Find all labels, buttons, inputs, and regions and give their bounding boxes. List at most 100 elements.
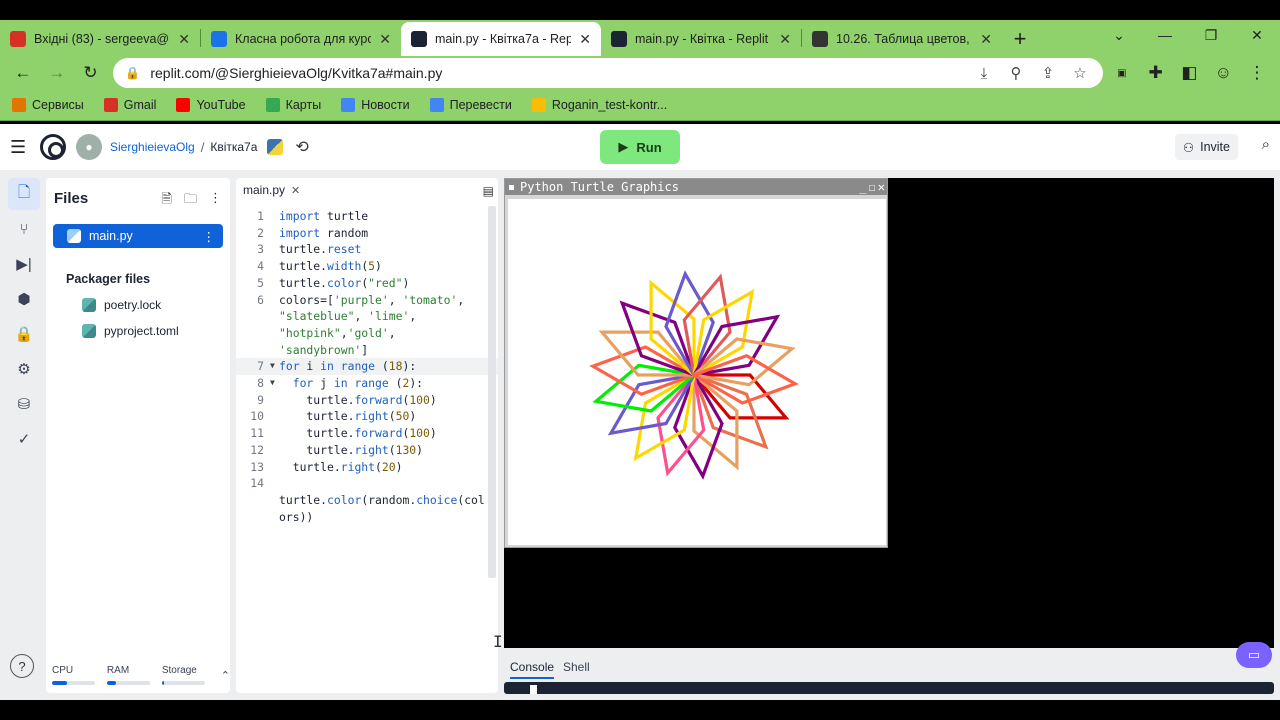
new-tab-icon[interactable]: +	[1002, 22, 1038, 56]
code-line[interactable]: 7 ▼ for i in range (18):	[236, 358, 498, 376]
code-line[interactable]: 5 turtle.color("red")	[236, 275, 498, 292]
invite-button[interactable]: ⚇ Invite	[1174, 134, 1238, 160]
close-icon[interactable]: ✕	[878, 180, 885, 194]
close-tab-icon[interactable]: ✕	[579, 31, 591, 48]
close-window-icon[interactable]: ✕	[1234, 20, 1280, 50]
hamburger-menu-icon[interactable]: ☰	[10, 137, 30, 158]
restore-icon[interactable]: ❐	[1188, 20, 1234, 50]
window-menu-icon[interactable]	[509, 184, 514, 190]
more-options-icon[interactable]: ⋮	[209, 190, 222, 212]
back-icon[interactable]: ←	[8, 58, 38, 88]
install-app-icon[interactable]: ⤓	[973, 65, 995, 82]
close-tab-icon[interactable]: ✕	[291, 184, 300, 197]
code-line[interactable]: "hotpink",'gold',	[236, 325, 498, 342]
code-line[interactable]: 4 turtle.width(5)	[236, 258, 498, 275]
lock-icon[interactable]: 🔒	[125, 66, 140, 80]
menu-icon[interactable]: ⋮	[1242, 58, 1272, 88]
bookmark-item[interactable]: Roganin_test-kontr...	[531, 98, 667, 112]
close-tab-icon[interactable]: ✕	[379, 31, 391, 48]
file-item-pyproject-toml[interactable]: pyproject.toml	[82, 324, 179, 338]
code-line[interactable]: 6 colors=['purple', 'tomato',	[236, 292, 498, 309]
bookmark-item[interactable]: Карты	[265, 98, 321, 112]
close-tab-icon[interactable]: ✕	[980, 31, 992, 48]
editor-menu-icon[interactable]: ▤	[483, 184, 494, 198]
side-panel-icon[interactable]: ◧	[1175, 58, 1205, 88]
resource-usage[interactable]: CPU RAM Storage ⌃	[52, 665, 230, 685]
url-text[interactable]: replit.com/@SierghieievaOlg/Kvitka7a#mai…	[150, 65, 963, 81]
console-output[interactable]	[504, 682, 1274, 694]
code-line[interactable]: 8 ▼ for j in range (2):	[236, 375, 498, 392]
debugger-icon[interactable]: ▶|	[8, 248, 40, 280]
run-button[interactable]: ▶ Run	[600, 130, 680, 164]
browser-tab[interactable]: Вхідні (83) - sergeeva@kr ✕	[0, 22, 200, 56]
code-line[interactable]: 2 import random	[236, 225, 498, 242]
zoom-icon[interactable]: ⚲	[1005, 64, 1027, 82]
bookmark-star-icon[interactable]: ☆	[1069, 64, 1091, 82]
code-lines[interactable]: 1 import turtle 2 import random 3 turtle.rese…	[236, 208, 498, 525]
help-icon[interactable]: ?	[10, 654, 34, 678]
code-line[interactable]: "slateblue", 'lime',	[236, 308, 498, 325]
chat-icon[interactable]: ▭	[1236, 642, 1272, 668]
secrets-lock-icon[interactable]: 🔒	[8, 318, 40, 350]
code-line[interactable]: 13 turtle.right(20)	[236, 459, 498, 476]
user-avatar[interactable]: ●	[76, 134, 102, 160]
profile-avatar[interactable]: ☺	[1208, 58, 1238, 88]
packages-icon[interactable]: ⬢	[8, 283, 40, 315]
username-link[interactable]: SierghieievaOlg	[110, 140, 195, 154]
code-line[interactable]: 11 turtle.forward(100)	[236, 425, 498, 442]
code-line[interactable]: 9 turtle.forward(100)	[236, 392, 498, 409]
bookmark-item[interactable]: Новости	[341, 98, 410, 112]
editor-scrollbar[interactable]	[488, 206, 496, 578]
minimize-icon[interactable]: —	[1142, 20, 1188, 50]
browser-tab[interactable]: Класна робота для курсу ✕	[201, 22, 401, 56]
chevron-up-icon[interactable]: ⌃	[221, 669, 230, 682]
share-icon[interactable]: ⇪	[1037, 64, 1059, 82]
tab-search-icon[interactable]: ⌄	[1096, 20, 1142, 50]
fold-arrow-icon[interactable]: ▼	[270, 375, 279, 392]
turtle-graphics-window[interactable]: Python Turtle Graphics _ ☐ ✕	[504, 178, 888, 548]
code-line[interactable]: 'sandybrown']	[236, 342, 498, 359]
turtle-window-titlebar[interactable]: Python Turtle Graphics _ ☐ ✕	[505, 179, 887, 195]
version-control-icon[interactable]: ⑂	[8, 213, 40, 245]
fold-arrow-icon[interactable]: ▼	[270, 358, 279, 375]
minimize-icon[interactable]: _	[859, 180, 866, 194]
tab-shell[interactable]: Shell	[563, 660, 590, 674]
bookmark-item[interactable]: Перевести	[429, 98, 512, 112]
code-line[interactable]: 3 turtle.reset	[236, 241, 498, 258]
close-tab-icon[interactable]: ✕	[178, 31, 190, 48]
file-item-poetry-lock[interactable]: poetry.lock	[82, 298, 161, 312]
database-icon[interactable]: ⛁	[8, 388, 40, 420]
project-name[interactable]: Квітка7а	[210, 140, 257, 154]
reload-icon[interactable]: ↻	[76, 58, 106, 88]
search-icon[interactable]: ⌕	[1262, 136, 1270, 153]
new-file-icon[interactable]: 🗎	[162, 190, 172, 212]
bookmark-item[interactable]: Gmail	[103, 98, 156, 112]
bookmark-item[interactable]: YouTube	[176, 98, 246, 112]
code-line[interactable]: 12 turtle.right(130)	[236, 442, 498, 459]
browser-tab[interactable]: main.py - Квітка - Replit ✕	[601, 22, 801, 56]
code-line[interactable]: ors))	[236, 509, 498, 526]
maximize-icon[interactable]: ☐	[869, 180, 876, 194]
extensions-icon[interactable]: ✚	[1141, 58, 1171, 88]
replit-logo-icon[interactable]	[40, 134, 66, 160]
history-icon[interactable]: ⟲	[295, 137, 308, 157]
file-item-main-py[interactable]: main.py ⋮	[53, 224, 223, 248]
forward-icon[interactable]: →	[42, 58, 72, 88]
code-line[interactable]: 1 import turtle	[236, 208, 498, 225]
browser-tab[interactable]: main.py - Квітка7а - Repl ✕	[401, 22, 601, 56]
settings-gear-icon[interactable]: ⚙	[8, 353, 40, 385]
files-tool-icon[interactable]: 🗋	[8, 178, 40, 210]
code-line[interactable]: turtle.color(random.choice(col	[236, 492, 498, 509]
address-bar[interactable]: 🔒 replit.com/@SierghieievaOlg/Kvitka7a#m…	[113, 58, 1103, 88]
tab-console[interactable]: Console	[510, 660, 555, 679]
close-tab-icon[interactable]: ✕	[779, 31, 791, 48]
editor-tab-main-py[interactable]: main.py ✕	[236, 178, 300, 204]
new-folder-icon[interactable]: 🗀	[184, 190, 197, 212]
code-line[interactable]: 10 turtle.right(50)	[236, 408, 498, 425]
checkmark-icon[interactable]: ✓	[8, 423, 40, 455]
code-line[interactable]: 14	[236, 475, 498, 492]
browser-tab[interactable]: 10.26. Таблица цветов, и ✕	[802, 22, 1002, 56]
file-menu-icon[interactable]: ⋮	[203, 229, 216, 244]
bookmark-item[interactable]: Сервисы	[12, 98, 84, 112]
new-extension-icon[interactable]: ▣	[1107, 58, 1137, 88]
